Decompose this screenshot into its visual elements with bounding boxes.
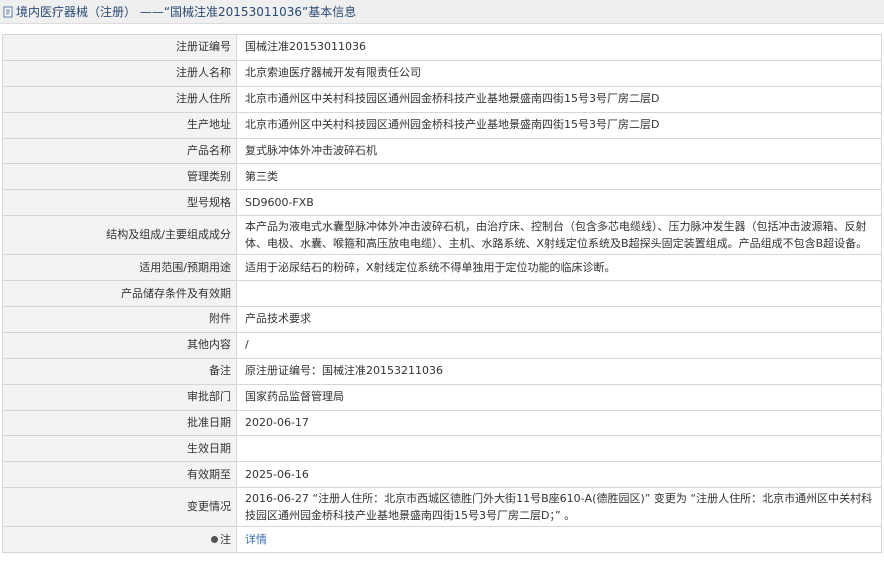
field-label: 产品储存条件及有效期 xyxy=(2,280,237,308)
field-value: 第三类 xyxy=(236,163,882,191)
table-row: 型号规格 SD9600-FXB xyxy=(2,189,882,217)
table-row: 结构及组成/主要组成成分 本产品为液电式水囊型脉冲体外冲击波碎石机，由治疗床、控… xyxy=(2,215,882,256)
field-value: 2016-06-27 “注册人住所：北京市西城区德胜门外大街11号B座610-A… xyxy=(236,487,882,528)
table-row: 产品名称 复式脉冲体外冲击波碎石机 xyxy=(2,137,882,165)
table-row: 产品储存条件及有效期 xyxy=(2,280,882,308)
document-icon xyxy=(2,6,14,18)
field-label: 审批部门 xyxy=(2,383,237,411)
table-row: 生效日期 xyxy=(2,435,882,463)
table-row: 变更情况 2016-06-27 “注册人住所：北京市西城区德胜门外大街11号B座… xyxy=(2,487,882,528)
info-table-container: 注册证编号 国械注准20153011036 注册人名称 北京索迪医疗器械开发有限… xyxy=(2,34,882,554)
field-value: 2020-06-17 xyxy=(236,409,882,437)
field-value: 北京市通州区中关村科技园区通州园金桥科技产业基地景盛南四街15号3号厂房二层D xyxy=(236,111,882,139)
field-value: 复式脉冲体外冲击波碎石机 xyxy=(236,137,882,165)
field-label: 注 xyxy=(220,532,231,546)
field-label: 注册人住所 xyxy=(2,85,237,113)
table-row: 审批部门 国家药品监督管理局 xyxy=(2,383,882,411)
field-value xyxy=(236,435,882,463)
field-label: 变更情况 xyxy=(2,487,237,528)
page-title: 境内医疗器械（注册） ——“国械注准20153011036”基本信息 xyxy=(16,5,357,19)
note-icon xyxy=(211,536,218,544)
field-label: 其他内容 xyxy=(2,331,237,359)
field-label: 生产地址 xyxy=(2,111,237,139)
field-label: 生效日期 xyxy=(2,435,237,463)
field-label: 注册人名称 xyxy=(2,59,237,87)
field-label: 有效期至 xyxy=(2,461,237,489)
field-label: 适用范围/预期用途 xyxy=(2,254,237,282)
table-row: 注 详情 xyxy=(2,526,882,554)
info-table: 注册证编号 国械注准20153011036 注册人名称 北京索迪医疗器械开发有限… xyxy=(2,34,882,554)
field-value: SD9600-FXB xyxy=(236,189,882,217)
field-value: 国械注准20153011036 xyxy=(236,34,882,61)
table-row: 批准日期 2020-06-17 xyxy=(2,409,882,437)
field-label: 结构及组成/主要组成成分 xyxy=(2,215,237,256)
table-row: 管理类别 第三类 xyxy=(2,163,882,191)
table-row: 其他内容 / xyxy=(2,331,882,359)
field-label: 产品名称 xyxy=(2,137,237,165)
table-row: 备注 原注册证编号：国械注准20153211036 xyxy=(2,357,882,385)
field-label: 型号规格 xyxy=(2,189,237,217)
field-value: 2025-06-16 xyxy=(236,461,882,489)
details-link[interactable]: 详情 xyxy=(245,533,267,546)
field-label: 附件 xyxy=(2,306,237,333)
note-label-cell: 注 xyxy=(2,526,237,554)
table-row: 注册人名称 北京索迪医疗器械开发有限责任公司 xyxy=(2,59,882,87)
field-value: 本产品为液电式水囊型脉冲体外冲击波碎石机，由治疗床、控制台（包含多芯电缆线）、压… xyxy=(236,215,882,256)
table-row: 生产地址 北京市通州区中关村科技园区通州园金桥科技产业基地景盛南四街15号3号厂… xyxy=(2,111,882,139)
field-value xyxy=(236,280,882,308)
table-row: 附件 产品技术要求 xyxy=(2,306,882,333)
field-value: 原注册证编号：国械注准20153211036 xyxy=(236,357,882,385)
field-value: 适用于泌尿结石的粉碎，X射线定位系统不得单独用于定位功能的临床诊断。 xyxy=(236,254,882,282)
field-value-cell: 详情 xyxy=(236,526,882,554)
field-value: 北京索迪医疗器械开发有限责任公司 xyxy=(236,59,882,87)
page-header: 境内医疗器械（注册） ——“国械注准20153011036”基本信息 xyxy=(0,0,884,24)
field-value: 产品技术要求 xyxy=(236,306,882,333)
table-row: 有效期至 2025-06-16 xyxy=(2,461,882,489)
field-value: / xyxy=(236,331,882,359)
table-row: 注册证编号 国械注准20153011036 xyxy=(2,34,882,61)
table-row: 注册人住所 北京市通州区中关村科技园区通州园金桥科技产业基地景盛南四街15号3号… xyxy=(2,85,882,113)
table-row: 适用范围/预期用途 适用于泌尿结石的粉碎，X射线定位系统不得单独用于定位功能的临… xyxy=(2,254,882,282)
field-label: 批准日期 xyxy=(2,409,237,437)
field-value: 国家药品监督管理局 xyxy=(236,383,882,411)
field-label: 管理类别 xyxy=(2,163,237,191)
field-value: 北京市通州区中关村科技园区通州园金桥科技产业基地景盛南四街15号3号厂房二层D xyxy=(236,85,882,113)
field-label: 备注 xyxy=(2,357,237,385)
field-label: 注册证编号 xyxy=(2,34,237,61)
